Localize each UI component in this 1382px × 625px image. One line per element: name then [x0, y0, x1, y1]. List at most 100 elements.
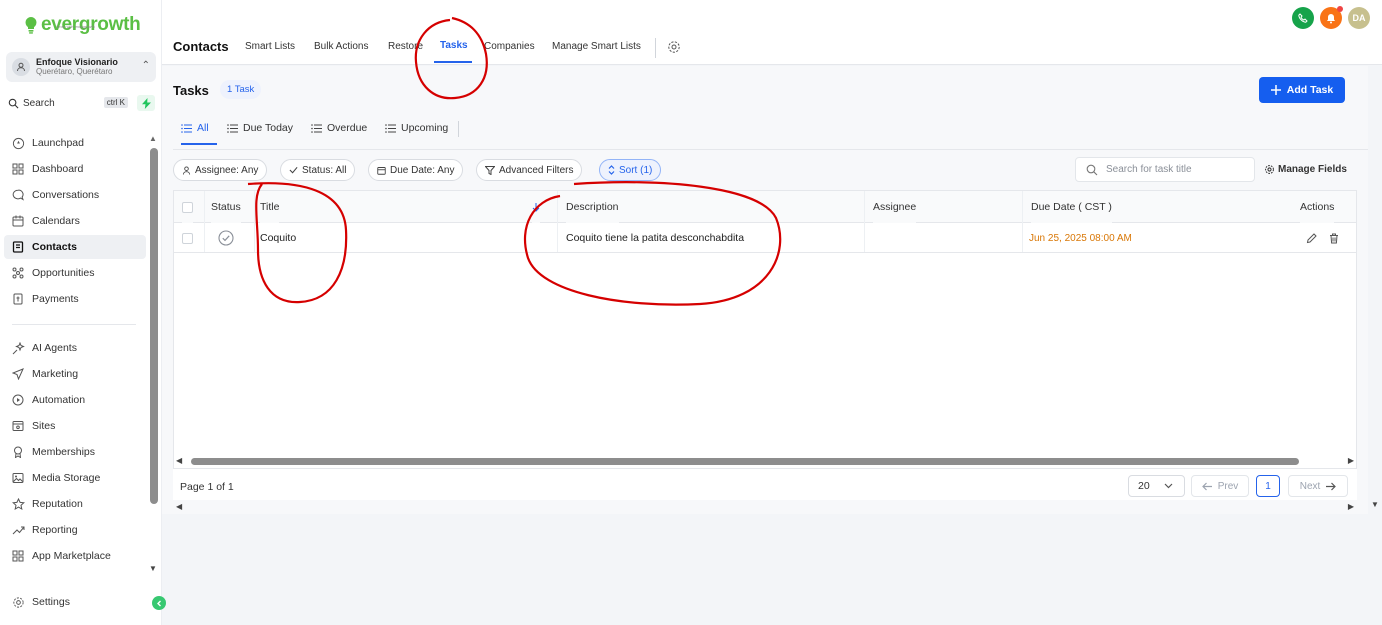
- scroll-left-arrow[interactable]: ◀: [176, 502, 182, 511]
- account-location: Querétaro, Querétaro: [36, 67, 113, 76]
- sort-chip[interactable]: Sort (1): [599, 159, 662, 181]
- sidebar-item-label: Settings: [32, 596, 70, 608]
- next-page-button[interactable]: Next: [1288, 475, 1348, 497]
- sidebar-item-ai-agents[interactable]: AI Agents: [4, 336, 146, 360]
- tab-smart-lists[interactable]: Smart Lists: [245, 41, 295, 52]
- phone-button[interactable]: [1292, 7, 1314, 29]
- tab-companies[interactable]: Companies: [484, 41, 535, 52]
- sidebar-item-opportunities[interactable]: Opportunities: [4, 261, 146, 285]
- sidebar-item-dashboard[interactable]: Dashboard: [4, 157, 146, 181]
- chip-label: Advanced Filters: [499, 164, 574, 176]
- tab-bulk-actions[interactable]: Bulk Actions: [314, 41, 368, 52]
- chevron-down-icon: [1164, 483, 1173, 489]
- task-search-input[interactable]: [1106, 164, 1246, 175]
- delete-button[interactable]: [1329, 223, 1339, 253]
- sidebar-item-label: AI Agents: [32, 342, 77, 354]
- select-all-checkbox[interactable]: [182, 191, 193, 223]
- search-shortcut: ctrl K: [103, 97, 128, 108]
- column-header-title[interactable]: Title: [260, 191, 280, 223]
- tab-tasks[interactable]: Tasks: [440, 40, 468, 51]
- gear-icon[interactable]: [667, 40, 681, 54]
- sidebar-scrollbar[interactable]: [150, 148, 158, 504]
- sidebar-item-sites[interactable]: Sites: [4, 414, 146, 438]
- column-header-status[interactable]: Status: [211, 191, 241, 223]
- sidebar-item-conversations[interactable]: Conversations: [4, 183, 146, 207]
- page-horizontal-scrollbar[interactable]: ◀ ▶: [174, 501, 1356, 513]
- page-size-select[interactable]: 20: [1128, 475, 1185, 497]
- scroll-left-arrow[interactable]: ◀: [176, 456, 182, 465]
- table-header: [174, 191, 1356, 223]
- star-icon: [11, 497, 25, 511]
- gear-icon: [1265, 165, 1274, 174]
- phone-icon: [1298, 13, 1308, 23]
- notifications-button[interactable]: [1320, 6, 1343, 29]
- scrollbar-thumb[interactable]: [191, 458, 1299, 465]
- collapse-sidebar-button[interactable]: [152, 596, 166, 610]
- tab-restore[interactable]: Restore: [388, 41, 423, 52]
- sidebar-item-media-storage[interactable]: Media Storage: [4, 466, 146, 490]
- sidebar-item-app-marketplace[interactable]: App Marketplace: [4, 544, 146, 568]
- send-icon: [11, 367, 25, 381]
- sort-arrow-icon[interactable]: [532, 191, 540, 223]
- sidebar-item-calendars[interactable]: Calendars: [4, 209, 146, 233]
- sidebar-item-launchpad[interactable]: Launchpad: [4, 131, 146, 155]
- filter-tab-upcoming[interactable]: Upcoming: [385, 122, 448, 134]
- sidebar-item-settings[interactable]: Settings: [4, 590, 146, 614]
- sidebar-item-contacts[interactable]: Contacts: [4, 235, 146, 259]
- due-date-filter-chip[interactable]: Due Date: Any: [368, 159, 464, 181]
- scroll-right-arrow[interactable]: ▶: [1348, 502, 1354, 511]
- table-row[interactable]: Coquito Coquito tiene la patita desconch…: [174, 223, 1356, 253]
- task-title[interactable]: Coquito: [260, 223, 296, 253]
- status-filter-chip[interactable]: Status: All: [280, 159, 356, 181]
- manage-fields-button[interactable]: Manage Fields: [1264, 164, 1347, 175]
- manage-fields-label: Manage Fields: [1278, 164, 1347, 175]
- advanced-filters-chip[interactable]: Advanced Filters: [476, 159, 583, 181]
- edit-button[interactable]: [1306, 223, 1317, 253]
- apps-icon: [11, 549, 25, 563]
- sidebar-item-memberships[interactable]: Memberships: [4, 440, 146, 464]
- page-scrollbar[interactable]: ▼: [1368, 66, 1382, 514]
- task-search-box[interactable]: [1075, 157, 1255, 182]
- scroll-up-arrow[interactable]: ▲: [149, 134, 157, 143]
- add-task-button[interactable]: Add Task: [1259, 77, 1345, 103]
- sidebar-item-label: Dashboard: [32, 163, 84, 175]
- sidebar-item-label: App Marketplace: [32, 550, 111, 562]
- search-icon: [8, 98, 19, 108]
- sidebar-item-reputation[interactable]: Reputation: [4, 492, 146, 516]
- filter-tab-label: Due Today: [243, 122, 294, 134]
- sidebar-item-reporting[interactable]: Reporting: [4, 518, 146, 542]
- quick-action-button[interactable]: [137, 95, 155, 111]
- table-horizontal-scrollbar[interactable]: ◀ ▶: [173, 455, 1357, 467]
- sidebar-item-payments[interactable]: Payments: [4, 287, 146, 311]
- page-number-button[interactable]: 1: [1256, 475, 1280, 497]
- assignee-filter-chip[interactable]: Assignee: Any: [173, 159, 268, 181]
- column-header-assignee[interactable]: Assignee: [873, 191, 917, 223]
- add-task-label: Add Task: [1286, 84, 1334, 96]
- sidebar-search[interactable]: Search ctrl K: [8, 95, 128, 111]
- sidebar-item-label: Sites: [32, 420, 56, 432]
- sidebar-item-automation[interactable]: Automation: [4, 388, 146, 412]
- row-checkbox[interactable]: [182, 223, 193, 253]
- trash-icon: [1330, 233, 1338, 243]
- column-header-due-date[interactable]: Due Date ( CST ): [1031, 191, 1112, 223]
- grid-icon: [11, 162, 25, 176]
- account-switcher[interactable]: Enfoque Visionario Querétaro, Querétaro …: [6, 52, 156, 82]
- filter-tab-all[interactable]: All: [181, 122, 209, 134]
- filter-tab-due-today[interactable]: Due Today: [227, 122, 293, 134]
- scroll-right-arrow[interactable]: ▶: [1348, 456, 1354, 465]
- tasks-title: Tasks: [173, 83, 209, 98]
- scroll-down-arrow[interactable]: ▼: [1371, 500, 1379, 509]
- column-header-description[interactable]: Description: [566, 191, 619, 223]
- user-avatar[interactable]: DA: [1348, 7, 1370, 29]
- status-toggle[interactable]: [218, 223, 234, 253]
- sort-icon: [608, 165, 615, 175]
- scroll-down-arrow[interactable]: ▼: [149, 564, 157, 573]
- sidebar-item-marketing[interactable]: Marketing: [4, 362, 146, 386]
- prev-page-button[interactable]: Prev: [1191, 475, 1249, 497]
- filter-tab-overdue[interactable]: Overdue: [311, 122, 367, 134]
- lightbulb-icon: [25, 17, 37, 34]
- tab-manage-smart-lists[interactable]: Manage Smart Lists: [552, 41, 641, 52]
- list-icon: [227, 123, 238, 133]
- sidebar-item-label: Reputation: [32, 498, 83, 510]
- sparkle-icon: [11, 341, 25, 355]
